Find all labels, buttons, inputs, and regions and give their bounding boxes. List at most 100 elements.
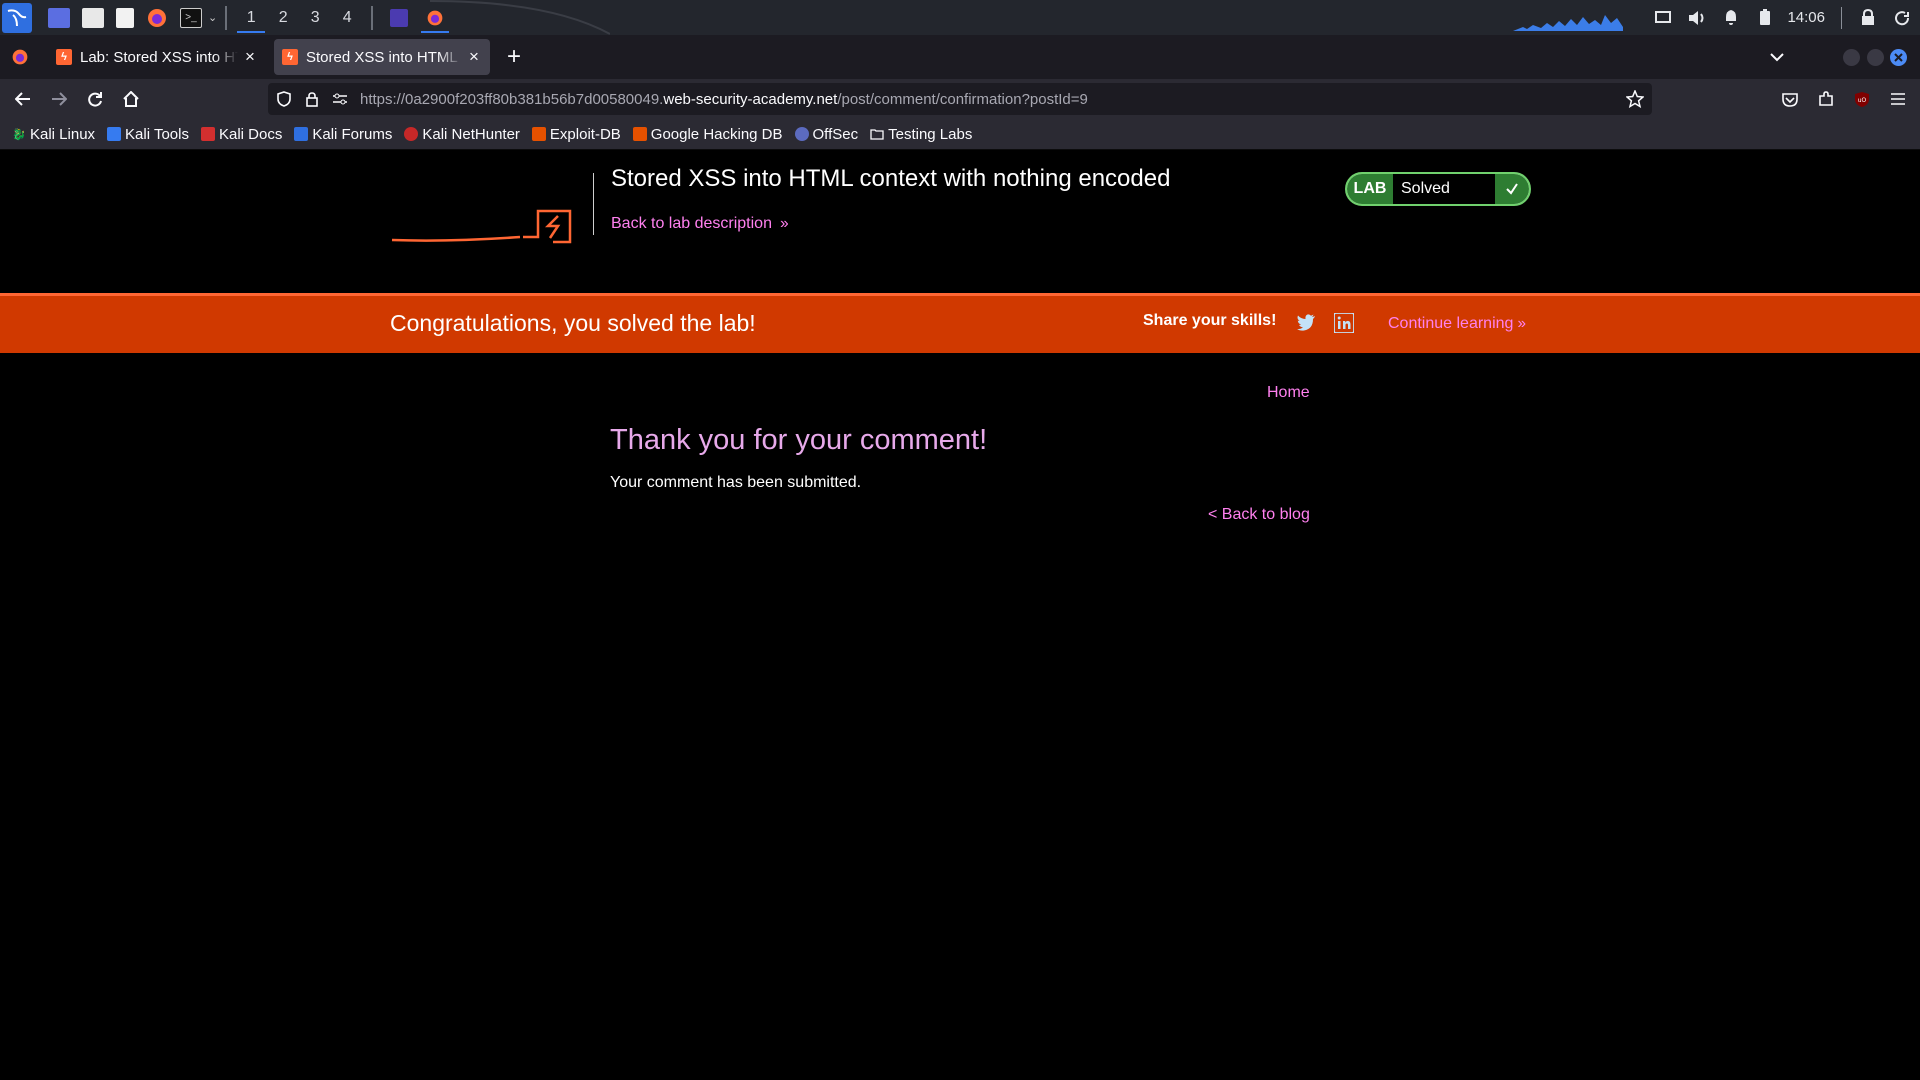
- web-security-academy-logo[interactable]: [390, 204, 572, 246]
- firefox-view-button[interactable]: [0, 35, 40, 79]
- lock-icon[interactable]: [300, 83, 324, 115]
- bookmark-label: OffSec: [812, 125, 859, 143]
- bookmark-label: Kali Forums: [312, 125, 393, 143]
- panel-separator: [225, 5, 228, 30]
- back-button[interactable]: [6, 82, 40, 116]
- portswigger-favicon-icon: ϟ: [56, 49, 72, 65]
- tab-lab-description[interactable]: ϟ Lab: Stored XSS into HTML context with…: [48, 39, 266, 75]
- back-to-blog-link[interactable]: < Back to blog: [1208, 506, 1310, 524]
- forward-button[interactable]: [42, 82, 76, 116]
- bookmark-google-hacking-db[interactable]: Google Hacking DB: [632, 125, 783, 143]
- file-manager-icon[interactable]: [82, 7, 104, 28]
- chevron-down-icon[interactable]: ⌄: [208, 11, 217, 24]
- continue-learning-link[interactable]: Continue learning ››: [1388, 315, 1526, 333]
- panel-decoration: [430, 0, 610, 35]
- kali-tools-icon: [107, 127, 122, 141]
- share-skills-label: Share your skills!: [1143, 312, 1277, 329]
- home-link[interactable]: Home: [1267, 384, 1310, 402]
- tab-title: Stored XSS into HTML context with nothin…: [306, 48, 462, 66]
- address-bar[interactable]: https://0a2900f203ff80b381b56b7d00580049…: [268, 83, 1652, 115]
- url-prefix: https://0a2900f203ff80b381b56b7d00580049…: [360, 90, 664, 108]
- solved-check-icon: [1495, 174, 1529, 204]
- list-all-tabs-button[interactable]: [1762, 35, 1792, 79]
- browser-nav-bar: https://0a2900f203ff80b381b56b7d00580049…: [0, 79, 1920, 119]
- power-icon[interactable]: [1888, 0, 1916, 35]
- workspace-label: 2: [278, 8, 288, 26]
- taskbar-burp-window[interactable]: [381, 0, 417, 35]
- panel-separator: [1841, 6, 1842, 29]
- back-to-lab-description-link[interactable]: Back to lab description ››: [611, 215, 789, 233]
- burp-icon: [390, 8, 409, 27]
- close-window-button[interactable]: [1890, 49, 1907, 66]
- chevron-down-icon: [1770, 53, 1784, 62]
- home-icon: [123, 91, 139, 107]
- text-editor-icon[interactable]: [116, 7, 134, 28]
- minimize-window-button[interactable]: [1843, 49, 1860, 66]
- bookmark-kali-tools[interactable]: Kali Tools: [107, 126, 189, 143]
- maximize-window-button[interactable]: [1867, 49, 1884, 66]
- new-tab-button[interactable]: +: [496, 39, 532, 75]
- bell-icon[interactable]: [1717, 0, 1745, 35]
- bookmarks-toolbar: 🐉 Kali Linux Kali Tools Kali Docs Kali Fo…: [0, 119, 1920, 150]
- url-text[interactable]: https://0a2900f203ff80b381b56b7d00580049…: [360, 91, 1088, 108]
- close-tab-icon[interactable]: ×: [242, 47, 258, 67]
- bookmark-testing-labs[interactable]: Testing Labs: [870, 126, 972, 143]
- workspace-2[interactable]: 2: [267, 0, 299, 35]
- bookmark-kali-nethunter[interactable]: Kali NetHunter: [404, 126, 520, 143]
- offsec-icon: [794, 127, 809, 141]
- firefox-icon: [12, 49, 28, 65]
- back-to-lab-description-label: Back to lab description: [611, 215, 772, 232]
- folder-icon: [870, 127, 884, 141]
- workspace-3[interactable]: 3: [299, 0, 331, 35]
- continue-learning-label: Continue learning: [1388, 315, 1514, 332]
- bookmark-exploit-db[interactable]: Exploit-DB: [531, 126, 621, 143]
- clock[interactable]: 14:06: [1787, 9, 1825, 26]
- firefox-icon[interactable]: [146, 8, 168, 28]
- close-icon: [1894, 53, 1903, 62]
- bookmark-label: Kali NetHunter: [422, 125, 520, 143]
- tab-lab-page[interactable]: ϟ Stored XSS into HTML context with noth…: [274, 39, 490, 75]
- congratulations-message: Congratulations, you solved the lab!: [390, 310, 756, 336]
- double-chevron-right-icon: ››: [779, 215, 789, 232]
- shield-icon[interactable]: [272, 83, 296, 115]
- hamburger-menu-icon[interactable]: [1880, 81, 1916, 117]
- close-tab-icon[interactable]: ×: [466, 47, 482, 67]
- terminal-icon[interactable]: >_: [180, 7, 202, 28]
- kali-menu-icon[interactable]: [2, 2, 32, 33]
- arrow-left-icon: [15, 92, 30, 106]
- reload-button[interactable]: [78, 82, 112, 116]
- bookmark-label: Google Hacking DB: [650, 125, 783, 143]
- url-domain: web-security-academy.net: [663, 90, 838, 108]
- twitter-icon[interactable]: [1296, 312, 1316, 332]
- ublock-origin-icon[interactable]: uO: [1844, 81, 1880, 117]
- extensions-icon[interactable]: [1808, 81, 1844, 117]
- reload-icon: [88, 92, 102, 107]
- battery-icon[interactable]: [1751, 0, 1779, 35]
- bookmark-star-icon[interactable]: [1626, 83, 1644, 115]
- panel-separator: [371, 5, 374, 30]
- volume-icon[interactable]: [1683, 0, 1711, 35]
- workspace-label: 4: [342, 8, 352, 26]
- permissions-icon[interactable]: [328, 83, 352, 115]
- bookmark-kali-docs[interactable]: Kali Docs: [200, 126, 282, 143]
- linkedin-icon[interactable]: [1334, 313, 1354, 333]
- display-icon[interactable]: [1649, 0, 1677, 35]
- lab-badge: LAB: [1347, 174, 1393, 204]
- pocket-icon[interactable]: [1772, 81, 1808, 117]
- home-button[interactable]: [114, 82, 148, 116]
- bookmark-kali-linux[interactable]: 🐉 Kali Linux: [12, 126, 95, 143]
- lab-title: Stored XSS into HTML context with nothin…: [611, 165, 1171, 192]
- bookmark-label: Kali Linux: [30, 125, 96, 143]
- svg-text:uO: uO: [1858, 97, 1867, 104]
- kali-docs-icon: [200, 127, 215, 141]
- header-divider: [593, 173, 594, 235]
- workspace-4[interactable]: 4: [331, 0, 363, 35]
- bookmark-offsec[interactable]: OffSec: [794, 125, 859, 143]
- tab-title: Lab: Stored XSS into HTML context with n…: [80, 48, 238, 66]
- bookmark-label: Testing Labs: [888, 125, 973, 143]
- bookmark-kali-forums[interactable]: Kali Forums: [294, 126, 392, 143]
- desktop-icon[interactable]: [48, 7, 70, 28]
- lock-icon[interactable]: [1854, 0, 1882, 35]
- congratulations-banner: Congratulations, you solved the lab! Sha…: [0, 293, 1920, 353]
- workspace-1[interactable]: 1: [235, 0, 267, 35]
